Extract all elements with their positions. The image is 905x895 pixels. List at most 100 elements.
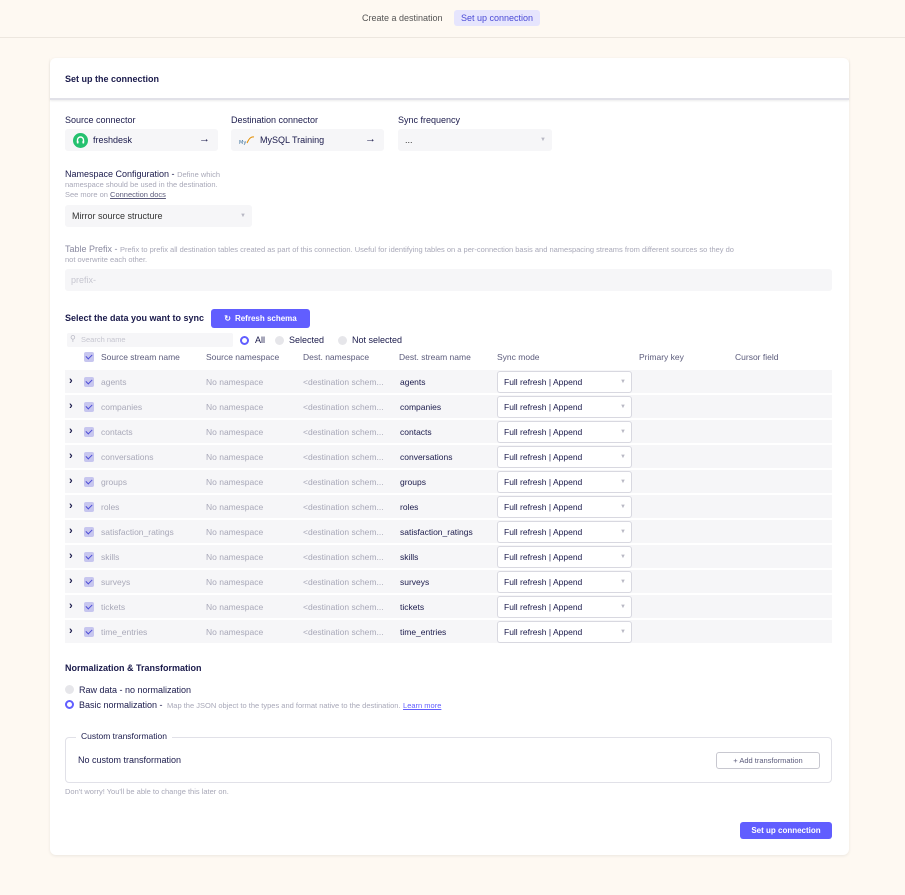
sync-mode-select[interactable]: Full refresh | Append ▼ — [497, 596, 632, 618]
chevron-right-icon[interactable]: › — [69, 500, 73, 512]
table-row: › satisfaction_ratings No namespace <des… — [65, 520, 832, 544]
dest-namespace: <destination schem... — [303, 577, 384, 587]
caret-down-icon: ▼ — [620, 604, 626, 610]
caret-down-icon: ▼ — [620, 529, 626, 535]
svg-text:My: My — [239, 140, 246, 146]
table-prefix-input[interactable]: prefix- — [65, 269, 832, 291]
sync-mode-value: Full refresh | Append — [504, 452, 583, 462]
row-checkbox[interactable] — [84, 427, 94, 437]
sync-frequency-value: ... — [405, 135, 413, 145]
chevron-right-icon[interactable]: › — [69, 625, 73, 637]
table-row: › contacts No namespace <destination sch… — [65, 420, 832, 444]
filter-all-label: All — [255, 335, 266, 345]
connection-docs-link[interactable]: Connection docs — [110, 190, 166, 199]
sync-mode-select[interactable]: Full refresh | Append ▼ — [497, 571, 632, 593]
select-all-checkbox[interactable] — [84, 352, 94, 362]
search-icon: ⚲ — [70, 334, 76, 343]
sync-frequency-select[interactable]: ... ▼ — [398, 129, 552, 151]
source-stream-name: tickets — [101, 602, 126, 612]
dest-namespace: <destination schem... — [303, 502, 384, 512]
table-row: › tickets No namespace <destination sche… — [65, 595, 832, 619]
step-set-up-connection[interactable]: Set up connection — [454, 10, 541, 26]
row-checkbox[interactable] — [84, 527, 94, 537]
namespace-select[interactable]: Mirror source structure ▼ — [65, 205, 252, 227]
source-namespace: No namespace — [206, 527, 264, 537]
set-up-connection-button[interactable]: Set up connection — [740, 822, 832, 839]
source-connector[interactable]: freshdesk → — [65, 129, 218, 151]
search-placeholder: Search name — [81, 335, 126, 344]
chevron-right-icon[interactable]: › — [69, 475, 73, 487]
search-input[interactable]: ⚲ Search name — [67, 333, 233, 347]
add-transformation-button[interactable]: + Add transformation — [716, 752, 820, 769]
namespace-desc1: Define which — [177, 170, 221, 179]
dest-namespace: <destination schem... — [303, 452, 384, 462]
caret-down-icon: ▼ — [620, 479, 626, 485]
sync-mode-select[interactable]: Full refresh | Append ▼ — [497, 546, 632, 568]
source-namespace: No namespace — [206, 427, 264, 437]
dest-namespace: <destination schem... — [303, 627, 384, 637]
sync-mode-select[interactable]: Full refresh | Append ▼ — [497, 421, 632, 443]
sync-mode-select[interactable]: Full refresh | Append ▼ — [497, 496, 632, 518]
chevron-right-icon[interactable]: › — [69, 375, 73, 387]
sync-mode-select[interactable]: Full refresh | Append ▼ — [497, 371, 632, 393]
sync-mode-select[interactable]: Full refresh | Append ▼ — [497, 471, 632, 493]
source-stream-name: contacts — [101, 427, 133, 437]
row-checkbox[interactable] — [84, 577, 94, 587]
table-prefix-label: Table Prefix - — [65, 244, 121, 254]
sync-section-title: Select the data you want to sync — [65, 313, 205, 323]
dest-namespace: <destination schem... — [303, 602, 384, 612]
chevron-right-icon[interactable]: › — [69, 400, 73, 412]
caret-down-icon: ▼ — [620, 579, 626, 585]
row-checkbox[interactable] — [84, 627, 94, 637]
refresh-schema-button[interactable]: ↻ Refresh schema — [211, 309, 310, 328]
filter-not-selected-label: Not selected — [352, 335, 403, 345]
row-checkbox[interactable] — [84, 377, 94, 387]
sync-mode-select[interactable]: Full refresh | Append ▼ — [497, 521, 632, 543]
row-checkbox[interactable] — [84, 477, 94, 487]
dest-namespace: <destination schem... — [303, 527, 384, 537]
chevron-right-icon[interactable]: › — [69, 550, 73, 562]
caret-down-icon: ▼ — [540, 137, 546, 143]
filter-selected-label: Selected — [289, 335, 325, 345]
sync-mode-select[interactable]: Full refresh | Append ▼ — [497, 446, 632, 468]
source-connector-label: Source connector — [65, 115, 136, 125]
row-checkbox[interactable] — [84, 402, 94, 412]
sync-mode-select[interactable]: Full refresh | Append ▼ — [497, 621, 632, 643]
filter-all-radio[interactable] — [240, 336, 249, 345]
sync-mode-value: Full refresh | Append — [504, 477, 583, 487]
caret-down-icon: ▼ — [620, 404, 626, 410]
row-checkbox[interactable] — [84, 602, 94, 612]
table-row: › agents No namespace <destination schem… — [65, 370, 832, 394]
row-checkbox[interactable] — [84, 452, 94, 462]
source-stream-name: agents — [101, 377, 127, 387]
caret-down-icon: ▼ — [620, 554, 626, 560]
learn-more-link[interactable]: Learn more — [403, 701, 441, 710]
raw-data-radio[interactable] — [65, 685, 74, 694]
destination-connector[interactable]: My MySQL Training → — [231, 129, 384, 151]
dest-stream-name: skills — [400, 552, 419, 562]
sync-mode-value: Full refresh | Append — [504, 527, 583, 537]
header-cursor-field: Cursor field — [735, 352, 779, 362]
caret-down-icon: ▼ — [620, 504, 626, 510]
basic-normalization-option: Basic normalization - Map the JSON objec… — [79, 700, 441, 711]
header-primary-key: Primary key — [639, 352, 684, 362]
step-create-destination[interactable]: Create a destination — [355, 10, 450, 26]
basic-normalization-radio[interactable] — [65, 700, 74, 709]
sync-mode-value: Full refresh | Append — [504, 552, 583, 562]
sync-mode-select[interactable]: Full refresh | Append ▼ — [497, 396, 632, 418]
namespace-value: Mirror source structure — [72, 211, 163, 221]
chevron-right-icon[interactable]: › — [69, 450, 73, 462]
filter-not-selected-radio[interactable] — [338, 336, 347, 345]
custom-transformation-legend: Custom transformation — [76, 731, 172, 741]
dest-namespace: <destination schem... — [303, 427, 384, 437]
dest-stream-name: satisfaction_ratings — [400, 527, 473, 537]
chevron-right-icon[interactable]: › — [69, 425, 73, 437]
row-checkbox[interactable] — [84, 552, 94, 562]
chevron-right-icon[interactable]: › — [69, 525, 73, 537]
row-checkbox[interactable] — [84, 502, 94, 512]
filter-selected-radio[interactable] — [275, 336, 284, 345]
sync-frequency-label: Sync frequency — [398, 115, 461, 125]
table-prefix-config: Table Prefix - Prefix to prefix all dest… — [65, 244, 849, 265]
chevron-right-icon[interactable]: › — [69, 600, 73, 612]
chevron-right-icon[interactable]: › — [69, 575, 73, 587]
